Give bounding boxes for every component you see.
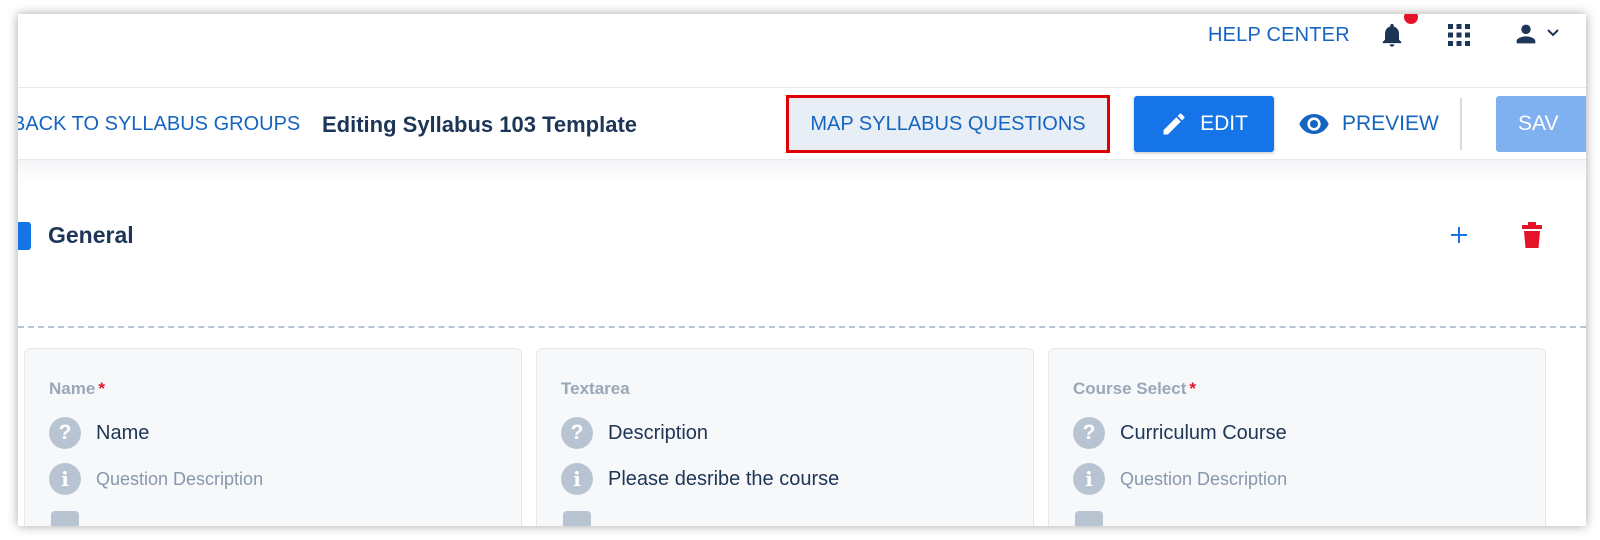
section-separator [18, 326, 1586, 328]
card-field-label-text: Textarea [561, 379, 630, 398]
card-field-label: Course Select * [1073, 379, 1196, 399]
question-card-textarea[interactable]: Textarea ? Description i Please desribe … [536, 348, 1034, 526]
required-asterisk: * [1189, 379, 1197, 398]
info-icon: i [561, 463, 593, 495]
save-label: SAV [1518, 112, 1559, 135]
edit-button[interactable]: EDIT [1134, 96, 1274, 152]
toolbar-divider [1460, 98, 1462, 150]
map-syllabus-questions-button[interactable]: MAP SYLLABUS QUESTIONS [786, 95, 1110, 153]
question-text: Name [96, 421, 150, 444]
card-field-label: Textarea [561, 379, 630, 399]
info-icon: i [49, 463, 81, 495]
question-row: ? Curriculum Course [1073, 417, 1287, 449]
edit-label: EDIT [1200, 112, 1248, 135]
bell-icon[interactable] [1378, 20, 1406, 50]
type-row [561, 511, 591, 526]
eye-icon [1299, 114, 1329, 134]
description-row: i Question Description [49, 463, 263, 495]
chevron-down-icon[interactable] [1546, 26, 1560, 40]
field-type-icon [51, 511, 79, 526]
field-type-icon [1075, 511, 1103, 526]
description-row: i Please desribe the course [561, 463, 839, 495]
notification-badge [1404, 14, 1418, 24]
question-text: Curriculum Course [1120, 421, 1287, 444]
question-text: Description [608, 421, 709, 444]
field-type-icon [563, 511, 591, 526]
plus-icon[interactable] [1448, 224, 1470, 246]
question-card-course-select[interactable]: Course Select * ? Curriculum Course i Que… [1048, 348, 1546, 526]
description-row: i Question Description [1073, 463, 1287, 495]
question-description: Question Description [96, 468, 264, 489]
pencil-icon [1163, 113, 1185, 135]
map-syllabus-questions-label: MAP SYLLABUS QUESTIONS [810, 112, 1086, 135]
trash-icon[interactable] [1522, 222, 1542, 248]
type-row [49, 511, 79, 526]
question-mark-icon: ? [49, 417, 81, 449]
question-card-name[interactable]: Name * ? Name i Question Description [24, 348, 522, 526]
back-to-syllabus-groups-link[interactable]: BACK TO SYLLABUS GROUPS [18, 113, 300, 136]
apps-grid-icon[interactable] [1448, 24, 1470, 46]
card-field-label-text: Name [49, 379, 96, 398]
required-asterisk: * [98, 379, 105, 398]
question-description: Question Description [1120, 468, 1288, 489]
help-center-link[interactable]: HELP CENTER [1208, 24, 1350, 47]
section-title: General [48, 222, 134, 248]
question-row: ? Name [49, 417, 149, 449]
question-row: ? Description [561, 417, 708, 449]
section-accent-bar [18, 222, 31, 250]
preview-button[interactable]: PREVIEW [1298, 96, 1439, 152]
question-mark-icon: ? [1073, 417, 1105, 449]
info-icon: i [1073, 463, 1105, 495]
question-description: Please desribe the course [608, 467, 840, 490]
user-icon[interactable] [1512, 20, 1540, 48]
card-field-label-text: Course Select [1073, 379, 1187, 398]
page-title: Editing Syllabus 103 Template [322, 112, 638, 137]
preview-label: PREVIEW [1342, 112, 1439, 135]
app-window: HELP CENTER BACK TO SYLLABUS GROUPS Edit… [18, 14, 1586, 526]
question-mark-icon: ? [561, 417, 593, 449]
editor-toolbar: BACK TO SYLLABUS GROUPS Editing Syllabus… [18, 88, 1586, 160]
card-field-label: Name * [49, 379, 105, 399]
save-button[interactable]: SAV [1496, 96, 1586, 152]
section-shadow [18, 160, 1586, 182]
type-row [1073, 511, 1103, 526]
top-header: HELP CENTER [18, 14, 1586, 88]
